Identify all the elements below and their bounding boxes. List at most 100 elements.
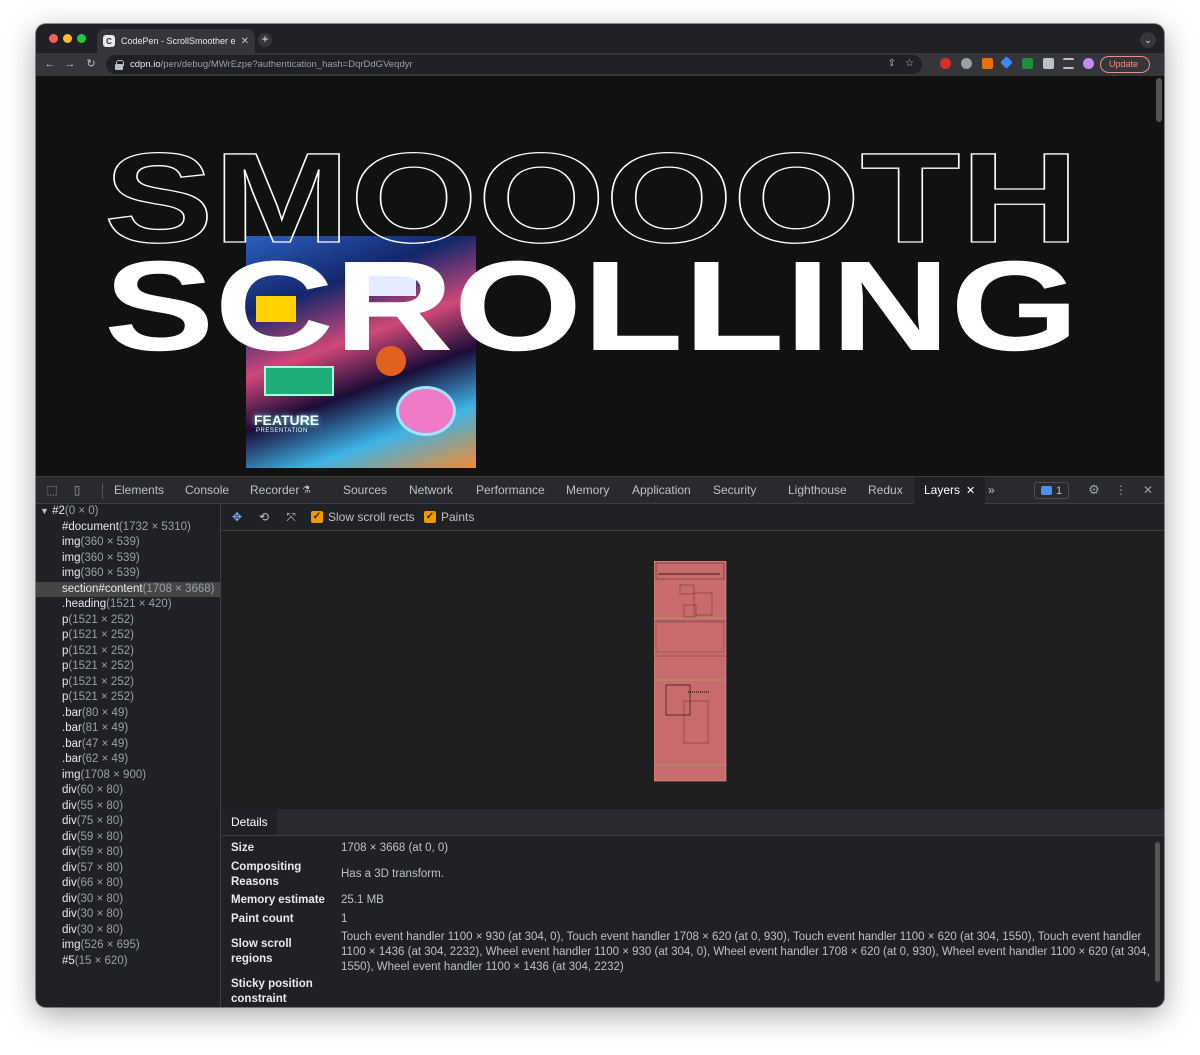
tab-elements[interactable]: Elements — [114, 477, 164, 504]
minimize-window-button[interactable] — [63, 34, 72, 43]
tree-row[interactable]: div(30 × 80) — [36, 907, 220, 923]
tree-row[interactable]: img(360 × 539) — [36, 551, 220, 567]
tree-row[interactable]: img(1708 × 900) — [36, 768, 220, 784]
tab-security[interactable]: Security — [713, 477, 756, 504]
close-tab-icon[interactable]: ✕ — [966, 485, 975, 497]
device-toolbar-icon[interactable]: ▯ — [70, 483, 84, 497]
extensions-puzzle-icon[interactable] — [1043, 58, 1054, 69]
inspect-element-icon[interactable]: ⬚ — [45, 483, 59, 497]
reload-icon[interactable]: ↻ — [83, 56, 99, 72]
tab-recorder[interactable]: Recorder — [250, 477, 299, 504]
tab-sources[interactable]: Sources — [343, 477, 387, 504]
sticky-constraint-label: Sticky position constraint — [231, 978, 313, 1005]
tree-row[interactable]: div(59 × 80) — [36, 830, 220, 846]
extension-tag-icon[interactable] — [1000, 56, 1013, 69]
tree-node-name: div — [62, 815, 77, 827]
flask-icon: ⚗ — [302, 485, 311, 496]
tab-search-icon[interactable]: ⌄ — [1140, 32, 1156, 48]
close-devtools-icon[interactable]: ✕ — [1141, 483, 1155, 497]
extension-green-icon[interactable] — [1022, 58, 1033, 69]
tree-row[interactable]: img(360 × 539) — [36, 535, 220, 551]
details-pane: Size 1708 × 3668 (at 0, 0) Compositing R… — [222, 836, 1164, 1007]
issues-badge[interactable]: 1 — [1034, 482, 1069, 499]
tree-row[interactable]: p(1521 × 252) — [36, 659, 220, 675]
close-window-button[interactable] — [49, 34, 58, 43]
tree-row[interactable]: div(30 × 80) — [36, 892, 220, 908]
page-scrollbar[interactable] — [1156, 78, 1162, 122]
layer-visualization[interactable] — [654, 561, 728, 783]
tab-details[interactable]: Details — [222, 809, 277, 835]
tree-node-size: (57 × 80) — [76, 861, 124, 874]
more-tabs-button[interactable]: » — [988, 477, 995, 504]
tree-row[interactable]: p(1521 × 252) — [36, 644, 220, 660]
tree-row[interactable]: #5(15 × 620) — [36, 954, 220, 970]
extension-off-icon[interactable] — [982, 58, 993, 69]
tree-node-size: (59 × 80) — [76, 846, 124, 858]
tree-row[interactable]: p(1521 × 252) — [36, 675, 220, 691]
share-icon[interactable]: ⇪ — [888, 58, 896, 69]
forward-icon[interactable]: → — [62, 56, 78, 72]
reset-transform-icon[interactable]: ⤧ — [284, 510, 298, 524]
layers-toolbar: ✥ ⟲ ⤧ ✓ Slow scroll rects ✓ Paints — [222, 504, 1164, 531]
tree-row[interactable]: p(1521 × 252) — [36, 613, 220, 629]
extension-shield-icon[interactable] — [940, 58, 951, 69]
address-bar[interactable]: cdpn.io /pen/debug/MWrEzpe?authenticatio… — [106, 55, 922, 74]
tree-row[interactable]: div(55 × 80) — [36, 799, 220, 815]
bookmark-star-icon[interactable]: ☆ — [905, 58, 914, 69]
new-tab-button[interactable]: + — [258, 33, 272, 47]
expand-arrow-icon[interactable]: ▼ — [40, 506, 49, 516]
back-icon[interactable]: ← — [42, 56, 58, 72]
tab-application[interactable]: Application — [632, 477, 691, 504]
tree-row[interactable]: .bar(47 × 49) — [36, 737, 220, 753]
tree-root[interactable]: ▼ #2(0 × 0) — [36, 504, 220, 520]
tree-row[interactable]: img(526 × 695) — [36, 938, 220, 954]
slow-scroll-checkbox[interactable]: ✓ — [311, 511, 323, 523]
tab-redux[interactable]: Redux — [868, 477, 903, 504]
tree-row[interactable]: div(60 × 80) — [36, 783, 220, 799]
settings-gear-icon[interactable]: ⚙ — [1087, 483, 1101, 497]
tab-lighthouse[interactable]: Lighthouse — [788, 477, 847, 504]
tree-row[interactable]: .bar(62 × 49) — [36, 752, 220, 768]
tree-row[interactable]: p(1521 × 252) — [36, 628, 220, 644]
tree-node-name: div — [62, 784, 77, 796]
tree-row[interactable]: section#content(1708 × 3668) — [36, 581, 220, 597]
tab-memory[interactable]: Memory — [566, 477, 609, 504]
paints-checkbox[interactable]: ✓ — [424, 511, 436, 523]
rotate-mode-icon[interactable]: ⟲ — [257, 510, 271, 524]
tree-row[interactable]: div(30 × 80) — [36, 923, 220, 939]
tab-console[interactable]: Console — [185, 477, 229, 504]
tree-node-name: img — [62, 536, 81, 548]
tree-node-name: #2 — [52, 505, 65, 517]
details-scrollbar[interactable] — [1155, 842, 1160, 982]
tab-performance[interactable]: Performance — [476, 477, 545, 504]
tree-node-size: (1708 × 900) — [80, 768, 147, 781]
tree-row[interactable]: div(59 × 80) — [36, 845, 220, 861]
maximize-window-button[interactable] — [77, 34, 86, 43]
browser-tab[interactable]: C CodePen - ScrollSmoother exp ✕ — [97, 29, 255, 53]
browser-toolbar: ← → ↻ cdpn.io /pen/debug/MWrEzpe?authent… — [36, 53, 1164, 84]
pan-mode-icon[interactable]: ✥ — [230, 510, 244, 524]
update-button[interactable]: Update ⋮ — [1100, 56, 1150, 84]
tree-node-size: (62 × 49) — [81, 753, 129, 765]
reading-list-icon[interactable] — [1063, 58, 1074, 69]
more-options-icon[interactable]: ⋮ — [1114, 483, 1128, 497]
profile-avatar[interactable] — [1083, 58, 1094, 69]
tree-node-size: (80 × 49) — [81, 706, 129, 719]
tree-node-name: div — [62, 799, 77, 812]
tab-network[interactable]: Network — [409, 477, 453, 504]
tree-row[interactable]: img(360 × 539) — [36, 566, 220, 582]
layers-canvas[interactable] — [222, 531, 1164, 809]
tree-row[interactable]: .bar(80 × 49) — [36, 706, 220, 722]
tree-row[interactable]: .bar(81 × 49) — [36, 721, 220, 737]
tree-row[interactable]: div(66 × 80) — [36, 876, 220, 892]
tab-layers[interactable]: Layers ✕ — [914, 477, 986, 504]
tree-row[interactable]: p(1521 × 252) — [36, 690, 220, 706]
tree-row[interactable]: div(57 × 80) — [36, 861, 220, 877]
tree-row[interactable]: .heading(1521 × 420) — [36, 597, 220, 613]
tree-row[interactable]: #document(1732 × 5310) — [36, 520, 220, 536]
tree-row[interactable]: div(75 × 80) — [36, 814, 220, 830]
close-tab-icon[interactable]: ✕ — [241, 36, 249, 47]
tree-node-size: (55 × 80) — [76, 799, 124, 812]
tree-node-name: div — [62, 877, 77, 889]
extension-gear-icon[interactable] — [961, 58, 972, 69]
